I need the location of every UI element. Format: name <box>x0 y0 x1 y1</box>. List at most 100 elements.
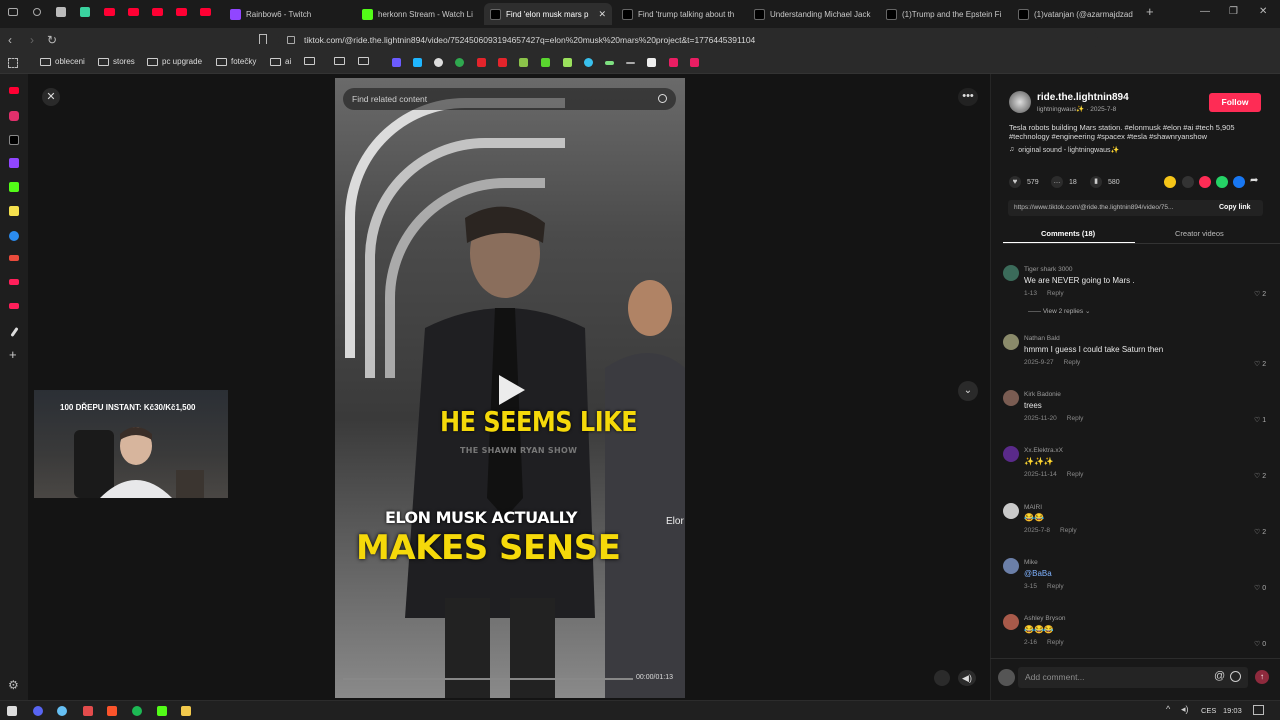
comment-like[interactable]: ♡ 1 <box>1254 416 1266 424</box>
embed-icon[interactable] <box>1182 176 1194 188</box>
tray-overflow-icon[interactable]: ^ <box>1166 704 1170 714</box>
twitch-sidebar-icon[interactable] <box>9 158 19 168</box>
comment-like[interactable]: ♡ 2 <box>1254 472 1266 480</box>
author-avatar[interactable] <box>1009 91 1031 113</box>
youtube-tab-icon[interactable] <box>128 8 139 16</box>
comment-author[interactable]: Kirk Badonie <box>1024 391 1061 398</box>
app-icon[interactable] <box>157 706 167 716</box>
app-sidebar-icon[interactable] <box>9 279 19 285</box>
app-icon[interactable] <box>83 706 93 716</box>
like-stat[interactable]: ♥ 579 <box>1009 176 1039 188</box>
discord-app-icon[interactable] <box>33 706 43 716</box>
comment-avatar[interactable] <box>1003 614 1019 630</box>
youtube-tab-icon[interactable] <box>152 8 163 16</box>
reply-button[interactable]: Reply <box>1047 290 1064 297</box>
facebook-icon[interactable] <box>1233 176 1245 188</box>
address-bar[interactable]: tiktok.com/@ride.the.lightnin894/video/7… <box>278 31 1098 49</box>
comment-author[interactable]: MAIRI <box>1024 504 1042 511</box>
steam-app-icon[interactable] <box>57 706 67 716</box>
tab-comments[interactable]: Comments (18) <box>1041 229 1095 238</box>
bookmark-icon[interactable] <box>541 58 550 67</box>
comment-author[interactable]: Mike <box>1024 559 1038 566</box>
instagram-sidebar-icon[interactable] <box>9 111 19 121</box>
maximize-icon[interactable]: ❐ <box>1229 6 1238 17</box>
bookmark-icon[interactable] <box>477 58 486 67</box>
app-sidebar-icon[interactable] <box>9 255 19 261</box>
reply-button[interactable]: Reply <box>1047 639 1064 646</box>
mini-player-icon[interactable] <box>934 670 950 686</box>
find-related-search[interactable]: Find related content <box>343 88 676 110</box>
mention-icon[interactable]: @ <box>1214 670 1225 682</box>
comment-like[interactable]: ♡ 0 <box>1254 584 1266 592</box>
bookmark-folder[interactable]: fotečky <box>216 57 256 66</box>
bookmark-icon[interactable] <box>392 58 401 67</box>
file-explorer-icon[interactable] <box>181 706 191 716</box>
folder-icon[interactable] <box>358 57 369 65</box>
share-icon[interactable] <box>1199 176 1211 188</box>
copy-link-button[interactable]: Copy link <box>1219 204 1251 211</box>
reply-button[interactable]: Reply <box>1067 415 1084 422</box>
start-menu-icon[interactable] <box>7 706 17 716</box>
search-tabs-icon[interactable] <box>33 8 41 16</box>
bookmark-icon[interactable] <box>626 62 635 64</box>
app-sidebar-icon[interactable] <box>9 303 19 309</box>
comment-avatar[interactable] <box>1003 265 1019 281</box>
bookmark-icon[interactable] <box>669 58 678 67</box>
reply-button[interactable]: Reply <box>1047 583 1064 590</box>
add-comment-input[interactable]: Add comment... @ <box>1018 667 1248 688</box>
view-replies-button[interactable]: —— View 2 replies ⌄ <box>1028 307 1090 315</box>
youtube-tab-icon[interactable] <box>200 8 211 16</box>
forward-icon[interactable]: › <box>30 33 34 47</box>
reply-button[interactable]: Reply <box>1067 471 1084 478</box>
close-window-icon[interactable]: ✕ <box>1259 6 1267 17</box>
new-tab-icon[interactable]: + <box>1146 4 1154 19</box>
youtube-sidebar-icon[interactable] <box>9 87 19 94</box>
bookmark-icon[interactable] <box>519 58 528 67</box>
follow-button[interactable]: Follow <box>1209 93 1261 112</box>
comment-like[interactable]: ♡ 0 <box>1254 640 1266 648</box>
comment-like[interactable]: ♡ 2 <box>1254 290 1266 298</box>
close-tab-icon[interactable]: ✕ <box>598 9 606 20</box>
author-name[interactable]: ride.the.lightnin894 <box>1037 92 1129 103</box>
reply-button[interactable]: Reply <box>1064 359 1081 366</box>
bookmark-folder[interactable]: obleceni <box>40 57 85 66</box>
video-progress-bar[interactable] <box>343 678 633 680</box>
app-sidebar-icon[interactable] <box>9 231 19 241</box>
bookmark-icon[interactable] <box>434 58 443 67</box>
bookmark-icon[interactable] <box>498 58 507 67</box>
send-comment-button[interactable]: ↑ <box>1255 670 1269 684</box>
bookmark-icon[interactable] <box>563 58 572 67</box>
tab-tiktok[interactable]: (1)vatanjan (@azarmajdzad <box>1012 3 1140 25</box>
search-icon[interactable] <box>658 94 667 103</box>
sound-row[interactable]: ♫ original sound - lightningwaus✨ <box>1009 146 1119 154</box>
kick-sidebar-icon[interactable] <box>9 182 19 192</box>
bookmark-icon[interactable] <box>413 58 422 67</box>
bookmark-folder[interactable]: stores <box>98 57 135 66</box>
comment-like[interactable]: ♡ 2 <box>1254 528 1266 536</box>
play-icon[interactable] <box>497 373 527 407</box>
whatsapp-icon[interactable] <box>1216 176 1228 188</box>
minimize-icon[interactable]: — <box>1200 6 1210 17</box>
bookmark-page-icon[interactable] <box>259 34 267 44</box>
volume-icon[interactable]: ◀) <box>958 670 976 686</box>
site-info-icon[interactable] <box>287 36 295 44</box>
next-video-icon[interactable]: ⌄ <box>958 381 978 401</box>
share-icon[interactable] <box>1164 176 1176 188</box>
add-sidebar-icon[interactable]: + <box>9 347 17 362</box>
bookmark-icon[interactable] <box>605 61 614 65</box>
language-indicator[interactable]: CES <box>1201 706 1216 715</box>
close-viewer-icon[interactable]: ✕ <box>42 88 60 106</box>
tab-tiktok-active[interactable]: Find 'elon musk mars p ✕ <box>484 3 612 25</box>
tab-tiktok[interactable]: (1)Trump and the Epstein Fi <box>880 3 1010 25</box>
comment-author[interactable]: Tiger shark 3000 <box>1024 266 1073 273</box>
bookmark-icon[interactable] <box>455 58 464 67</box>
bookmark-icon[interactable] <box>584 58 593 67</box>
comment-like[interactable]: ♡ 2 <box>1254 360 1266 368</box>
pinned-tab-icon[interactable] <box>80 7 90 17</box>
app-sidebar-icon[interactable] <box>9 206 19 216</box>
reply-button[interactable]: Reply <box>1060 527 1077 534</box>
tab-twitch[interactable]: Rainbow6 - Twitch <box>224 3 349 25</box>
tab-tiktok[interactable]: Find 'trump talking about th <box>616 3 746 25</box>
folder-icon[interactable] <box>334 57 345 65</box>
notifications-icon[interactable] <box>1253 705 1264 715</box>
